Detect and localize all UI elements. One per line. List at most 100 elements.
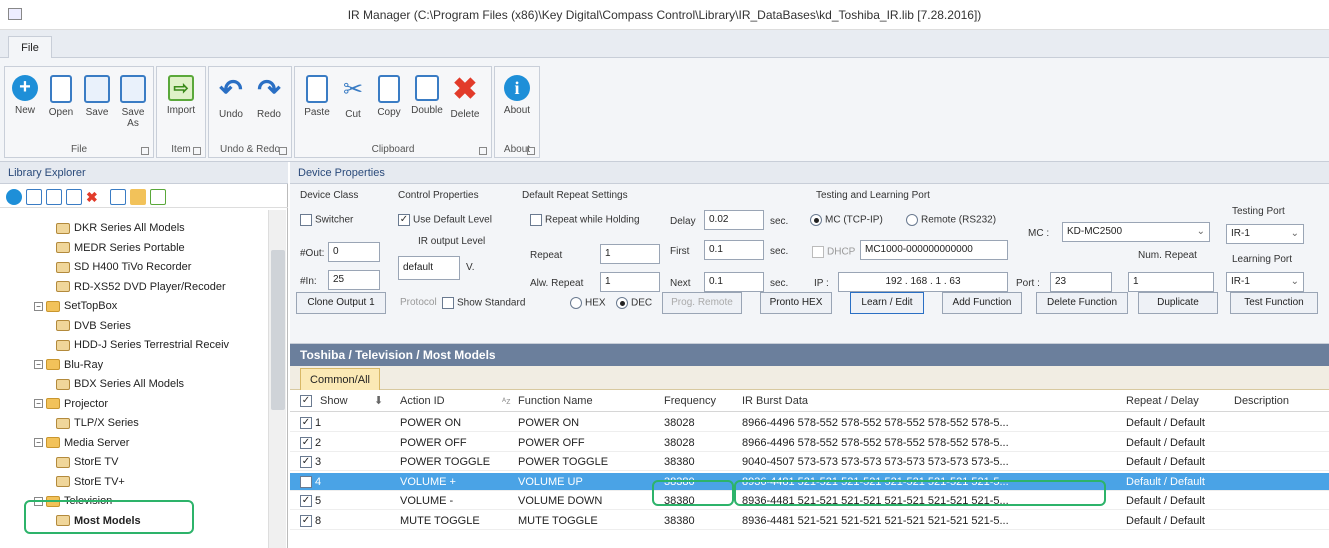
tree-item[interactable]: HDD-J Series Terrestrial Receiv [56, 337, 229, 353]
pronto-hex-button[interactable]: Pronto HEX [760, 292, 832, 314]
cut-button[interactable]: ✂ Cut [335, 75, 371, 135]
remote-rs232-radio[interactable]: Remote (RS232) [906, 214, 996, 226]
show-all-checkbox[interactable]: ✓ [300, 390, 315, 412]
save-as-button[interactable]: Save As [115, 75, 151, 135]
double-button[interactable]: Double [409, 75, 445, 135]
about-button[interactable]: i About [499, 75, 535, 135]
learn-edit-button[interactable]: Learn / Edit [850, 292, 924, 314]
paste-button[interactable]: Paste [299, 75, 335, 135]
switcher-checkbox[interactable]: Switcher [300, 214, 353, 226]
copy-icon[interactable] [46, 189, 62, 205]
collapse-icon[interactable]: − [34, 301, 43, 311]
export-icon[interactable] [110, 189, 126, 205]
clone-output-button[interactable]: Clone Output 1 [296, 292, 386, 314]
show-checkbox[interactable]: ✓ 1 [300, 414, 321, 432]
test-function-button[interactable]: Test Function [1230, 292, 1318, 314]
mc-tcpip-radio[interactable]: MC (TCP-IP) [810, 214, 883, 226]
tree-item[interactable]: DVB Series [56, 318, 131, 334]
clipboard-group-launcher[interactable] [479, 147, 487, 155]
folder-icon[interactable] [130, 189, 146, 205]
tree-item[interactable]: DKR Series All Models [56, 220, 185, 236]
table-row[interactable]: ✓ 3 POWER TOGGLE POWER TOGGLE 38380 9040-4507… [290, 453, 1329, 471]
save-button[interactable]: Save [79, 75, 115, 135]
dhcp-field[interactable]: MC1000-000000000000 [860, 240, 1008, 260]
tree-item[interactable]: − Projector [34, 396, 108, 412]
prog-remote-button[interactable]: Prog. Remote [662, 292, 742, 314]
sort-icon[interactable]: ⬇ [374, 390, 383, 412]
open-button[interactable]: Open [43, 75, 79, 135]
file-group-launcher[interactable] [141, 147, 149, 155]
about-group-launcher[interactable] [527, 147, 535, 155]
alw-repeat-field[interactable]: 1 [600, 272, 660, 292]
tree-item[interactable]: BDX Series All Models [56, 376, 184, 392]
delete-function-button[interactable]: Delete Function [1036, 292, 1128, 314]
collapse-icon[interactable]: − [34, 360, 43, 370]
function-name-column-header[interactable]: Function Name [518, 390, 593, 412]
action-id-column-header[interactable]: Action ID [400, 390, 445, 412]
tree-item[interactable]: TLP/X Series [56, 415, 139, 431]
tree-item[interactable]: MEDR Series Portable [56, 240, 185, 256]
show-checkbox[interactable]: ✓ 4 [300, 473, 321, 491]
repeat-delay-column-header[interactable]: Repeat / Delay [1126, 390, 1199, 412]
file-menu-tab[interactable]: File [8, 36, 52, 58]
duplicate-button[interactable]: Duplicate [1138, 292, 1218, 314]
repeat-field[interactable]: 1 [600, 244, 660, 264]
tab-common-all[interactable]: Common/All [300, 368, 380, 390]
frequency-column-header[interactable]: Frequency [664, 390, 716, 412]
tree-item[interactable]: SD H400 TiVo Recorder [56, 259, 191, 275]
tree-item[interactable]: StorE TV [56, 454, 118, 470]
dec-radio[interactable]: DEC [616, 297, 652, 309]
sort-az-icon[interactable]: ᴬz [502, 390, 511, 412]
new-button[interactable]: + New [7, 75, 43, 135]
port-field[interactable]: 23 [1050, 272, 1112, 292]
ip-field[interactable]: 192 . 168 . 1 . 63 [838, 272, 1008, 292]
first-field[interactable]: 0.1 [704, 240, 764, 260]
in-field[interactable]: 25 [328, 270, 380, 290]
show-checkbox[interactable]: ✓ 2 [300, 434, 321, 452]
tree-item[interactable]: StorE TV+ [56, 474, 125, 490]
show-column-header[interactable]: Show [320, 390, 348, 412]
num-repeat-field[interactable]: 1 [1128, 272, 1214, 292]
redo-button[interactable]: ↷ Redo [251, 75, 287, 135]
table-row[interactable]: ✓ 1 POWER ON POWER ON 38028 8966-4496 578-552… [290, 414, 1329, 432]
tree-item[interactable]: − Media Server [34, 435, 129, 451]
description-column-header[interactable]: Description [1234, 390, 1289, 412]
import-icon[interactable] [26, 189, 42, 205]
repeat-while-holding-checkbox[interactable]: Repeat while Holding [530, 214, 640, 226]
show-standard-checkbox[interactable]: Show Standard [442, 297, 525, 309]
out-field[interactable]: 0 [328, 242, 380, 262]
copy-button[interactable]: Copy [371, 75, 407, 135]
collapse-icon[interactable]: − [34, 438, 43, 448]
tree-item[interactable]: − SetTopBox [34, 298, 117, 314]
burst-column-header[interactable]: IR Burst Data [742, 390, 808, 412]
learning-port-select[interactable]: IR-1 ⌄ [1226, 272, 1304, 292]
table-row[interactable]: ✓ 8 MUTE TOGGLE MUTE TOGGLE 38380 8936-4481 5… [290, 512, 1329, 530]
dhcp-checkbox[interactable]: DHCP [812, 246, 855, 258]
undo-redo-group-launcher[interactable] [279, 147, 287, 155]
add-icon[interactable] [6, 189, 22, 205]
delete-icon[interactable]: ✖ [86, 189, 102, 205]
collapse-icon[interactable]: − [34, 399, 43, 409]
import-button[interactable]: ⇨ Import [163, 75, 199, 135]
undo-button[interactable]: ↶ Undo [213, 75, 249, 135]
mc-select[interactable]: KD-MC2500 ⌄ [1062, 222, 1210, 242]
delay-field[interactable]: 0.02 [704, 210, 764, 230]
delete-button[interactable]: ✖ Delete [447, 75, 483, 135]
tree-item[interactable]: − Blu-Ray [34, 357, 103, 373]
ir-output-level-field[interactable]: default [398, 256, 460, 280]
hex-radio[interactable]: HEX [570, 297, 606, 309]
scrollbar-thumb[interactable] [271, 250, 285, 410]
next-field[interactable]: 0.1 [704, 272, 764, 292]
item-group-launcher[interactable] [193, 147, 201, 155]
show-checkbox[interactable]: ✓ 3 [300, 453, 321, 471]
double-icon[interactable] [66, 189, 82, 205]
refresh-icon[interactable] [150, 189, 166, 205]
show-checkbox[interactable]: ✓ 5 [300, 492, 321, 510]
table-row[interactable]: ✓ 2 POWER OFF POWER OFF 38028 8966-4496 578-5… [290, 434, 1329, 452]
use-default-level-checkbox[interactable]: ✓ Use Default Level [398, 214, 492, 226]
tree-item[interactable]: RD-XS52 DVD Player/Recoder [56, 279, 226, 295]
testing-port-select[interactable]: IR-1 ⌄ [1226, 224, 1304, 244]
add-function-button[interactable]: Add Function [942, 292, 1022, 314]
tree-scrollbar[interactable] [268, 210, 286, 548]
app-icon[interactable] [8, 8, 22, 20]
